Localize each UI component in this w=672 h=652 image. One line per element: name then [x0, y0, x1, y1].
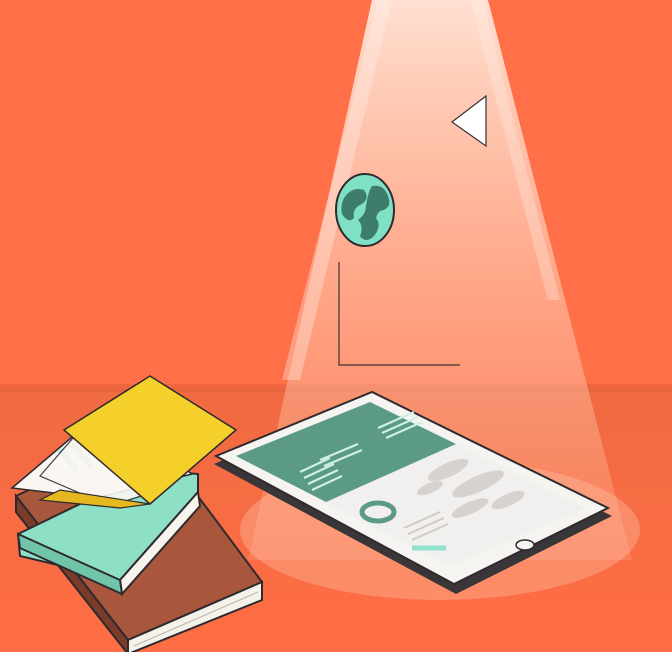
home-button-icon: [515, 539, 535, 551]
illustration-scene: [0, 0, 672, 652]
globe-icon: [335, 173, 395, 247]
